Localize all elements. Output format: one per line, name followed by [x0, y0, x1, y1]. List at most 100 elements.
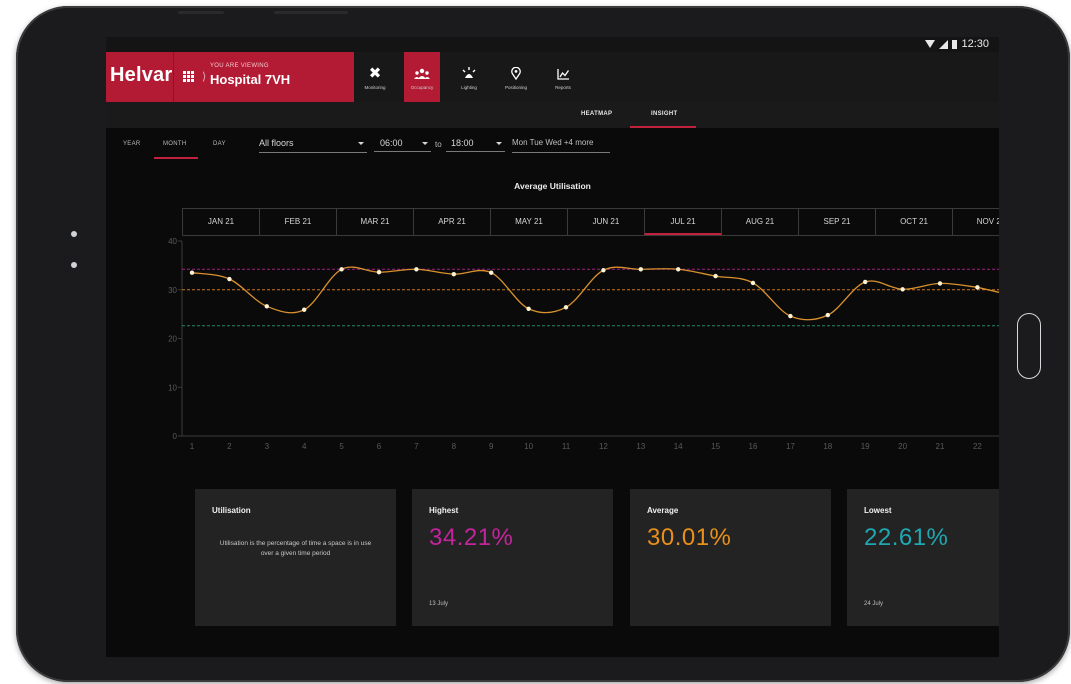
x-tick-label: 3 [265, 442, 270, 451]
chevron-right-icon: ⟩ [202, 71, 207, 83]
data-point [937, 281, 943, 286]
month-tab[interactable]: FEB 21 [259, 209, 336, 235]
x-tick-label: 22 [973, 442, 982, 451]
location-pin-icon [511, 65, 521, 83]
helvar-logo[interactable]: Helvar [110, 64, 172, 87]
active-period-indicator [154, 157, 198, 159]
data-point [788, 313, 793, 319]
nav-label: Reports [555, 84, 571, 90]
card-title: Lowest [864, 506, 892, 515]
battery-icon [952, 39, 958, 49]
x-tick-label: 4 [302, 442, 307, 451]
utilisation-line [191, 266, 999, 321]
data-point [638, 267, 643, 272]
nav-label: Lighting [461, 84, 477, 90]
nav-lighting[interactable]: Lighting [451, 52, 487, 102]
app-screen: 12:30 Helvar ⟩ YOU ARE VIEWING Hospital … [106, 37, 999, 657]
data-point [563, 305, 569, 310]
from-time-select[interactable]: 06:00 [374, 138, 431, 152]
average-value: 30.01% [647, 524, 732, 551]
people-icon [414, 65, 430, 83]
x-tick-label: 14 [674, 442, 683, 451]
highest-date: 13 July [429, 601, 449, 607]
data-point [264, 304, 269, 309]
average-card: Average 30.01% [630, 489, 831, 626]
x-tick-label: 13 [636, 442, 645, 451]
x-tick-label: 12 [599, 442, 608, 451]
card-title: Highest [429, 506, 459, 515]
view-tabs: HEATMAP INSIGHT [106, 102, 999, 128]
nav-occupancy[interactable]: Occupancy [404, 52, 440, 102]
app-grid-icon[interactable] [183, 71, 194, 82]
lowest-card: Lowest 22.61% 24 July [847, 489, 999, 626]
data-point [414, 267, 419, 272]
x-tick-label: 2 [227, 442, 232, 451]
month-tab[interactable]: JAN 21 [182, 209, 259, 235]
home-button[interactable] [1017, 313, 1041, 379]
month-tab[interactable]: MAR 21 [336, 209, 413, 235]
period-year[interactable]: YEAR [123, 141, 141, 147]
site-name[interactable]: Hospital 7VH [210, 72, 290, 87]
period-day[interactable]: DAY [213, 141, 226, 147]
x-tick-label: 9 [489, 442, 494, 451]
nav-monitoring[interactable]: ✖ Monitoring [357, 52, 393, 102]
x-tick-label: 18 [823, 442, 832, 451]
card-title: Average [647, 506, 679, 515]
period-month[interactable]: MONTH [163, 141, 187, 147]
month-tab[interactable]: APR 21 [413, 209, 490, 235]
x-tick-label: 16 [749, 442, 758, 451]
nav-label: Occupancy [410, 84, 434, 90]
data-point [750, 280, 756, 286]
from-time-value: 06:00 [380, 138, 403, 148]
data-point [526, 306, 531, 311]
floor-select[interactable]: All floors [259, 138, 367, 153]
nav-reports[interactable]: Reports [545, 52, 581, 102]
lowest-date: 24 July [864, 601, 884, 607]
days-select[interactable]: Mon Tue Wed +4 more [512, 138, 610, 153]
chart-title: Average Utilisation [514, 181, 591, 191]
wifi-icon [925, 40, 936, 48]
sensor-dot [71, 262, 77, 268]
viewing-label: YOU ARE VIEWING [210, 63, 269, 69]
nav-label: Positioning [504, 84, 527, 90]
x-tick-label: 17 [786, 442, 795, 451]
tab-heatmap[interactable]: HEATMAP [581, 111, 612, 117]
month-tab[interactable]: AUG 21 [721, 209, 798, 235]
data-point [825, 312, 830, 318]
camera-dot [71, 231, 77, 237]
data-point [451, 271, 456, 277]
data-point [376, 270, 382, 275]
to-time-select[interactable]: 18:00 [446, 138, 505, 152]
chevron-down-icon [358, 142, 364, 145]
utilisation-info-card: Utilisation Utilisation is the percentag… [195, 489, 396, 626]
month-tab[interactable]: OCT 21 [875, 209, 952, 235]
main-nav: ✖ Monitoring Occupancy Lighting Position… [357, 52, 592, 102]
highest-card: Highest 34.21% 13 July [412, 489, 613, 626]
signal-icon [939, 39, 949, 49]
lowest-value: 22.61% [864, 524, 949, 551]
month-tab[interactable]: JUN 21 [567, 209, 644, 235]
app-header: Helvar ⟩ YOU ARE VIEWING Hospital 7VH ✖ … [106, 52, 999, 102]
utilisation-chart: 0102030401 2 3 4 5 6 7 8 9 10 11 12 13 14 15 16 17 18 19 20… [168, 237, 999, 451]
y-tick-label: 40 [168, 237, 177, 246]
month-tab[interactable]: SEP 21 [798, 209, 875, 235]
x-tick-label: 1 [190, 442, 195, 451]
x-tick-label: 10 [524, 442, 533, 451]
nav-positioning[interactable]: Positioning [498, 52, 534, 102]
month-tab[interactable]: NOV 21 [952, 209, 999, 235]
floor-select-value: All floors [259, 138, 294, 148]
power-button [274, 11, 348, 14]
x-tick-label: 20 [898, 442, 907, 451]
data-point [975, 285, 980, 290]
month-tab[interactable]: MAY 21 [490, 209, 567, 235]
y-tick-label: 0 [173, 432, 178, 441]
month-selector: JAN 21 FEB 21 MAR 21 APR 21 MAY 21 JUN 21 JUL … [182, 208, 999, 236]
data-point [863, 279, 868, 285]
x-tick-label: 5 [339, 442, 344, 451]
data-point [601, 268, 606, 273]
card-description: Utilisation is the percentage of time a … [219, 540, 372, 557]
data-point [227, 276, 232, 282]
tab-insight[interactable]: INSIGHT [651, 111, 677, 117]
month-tab[interactable]: JUL 21 [644, 209, 721, 235]
lighting-icon [462, 65, 476, 83]
